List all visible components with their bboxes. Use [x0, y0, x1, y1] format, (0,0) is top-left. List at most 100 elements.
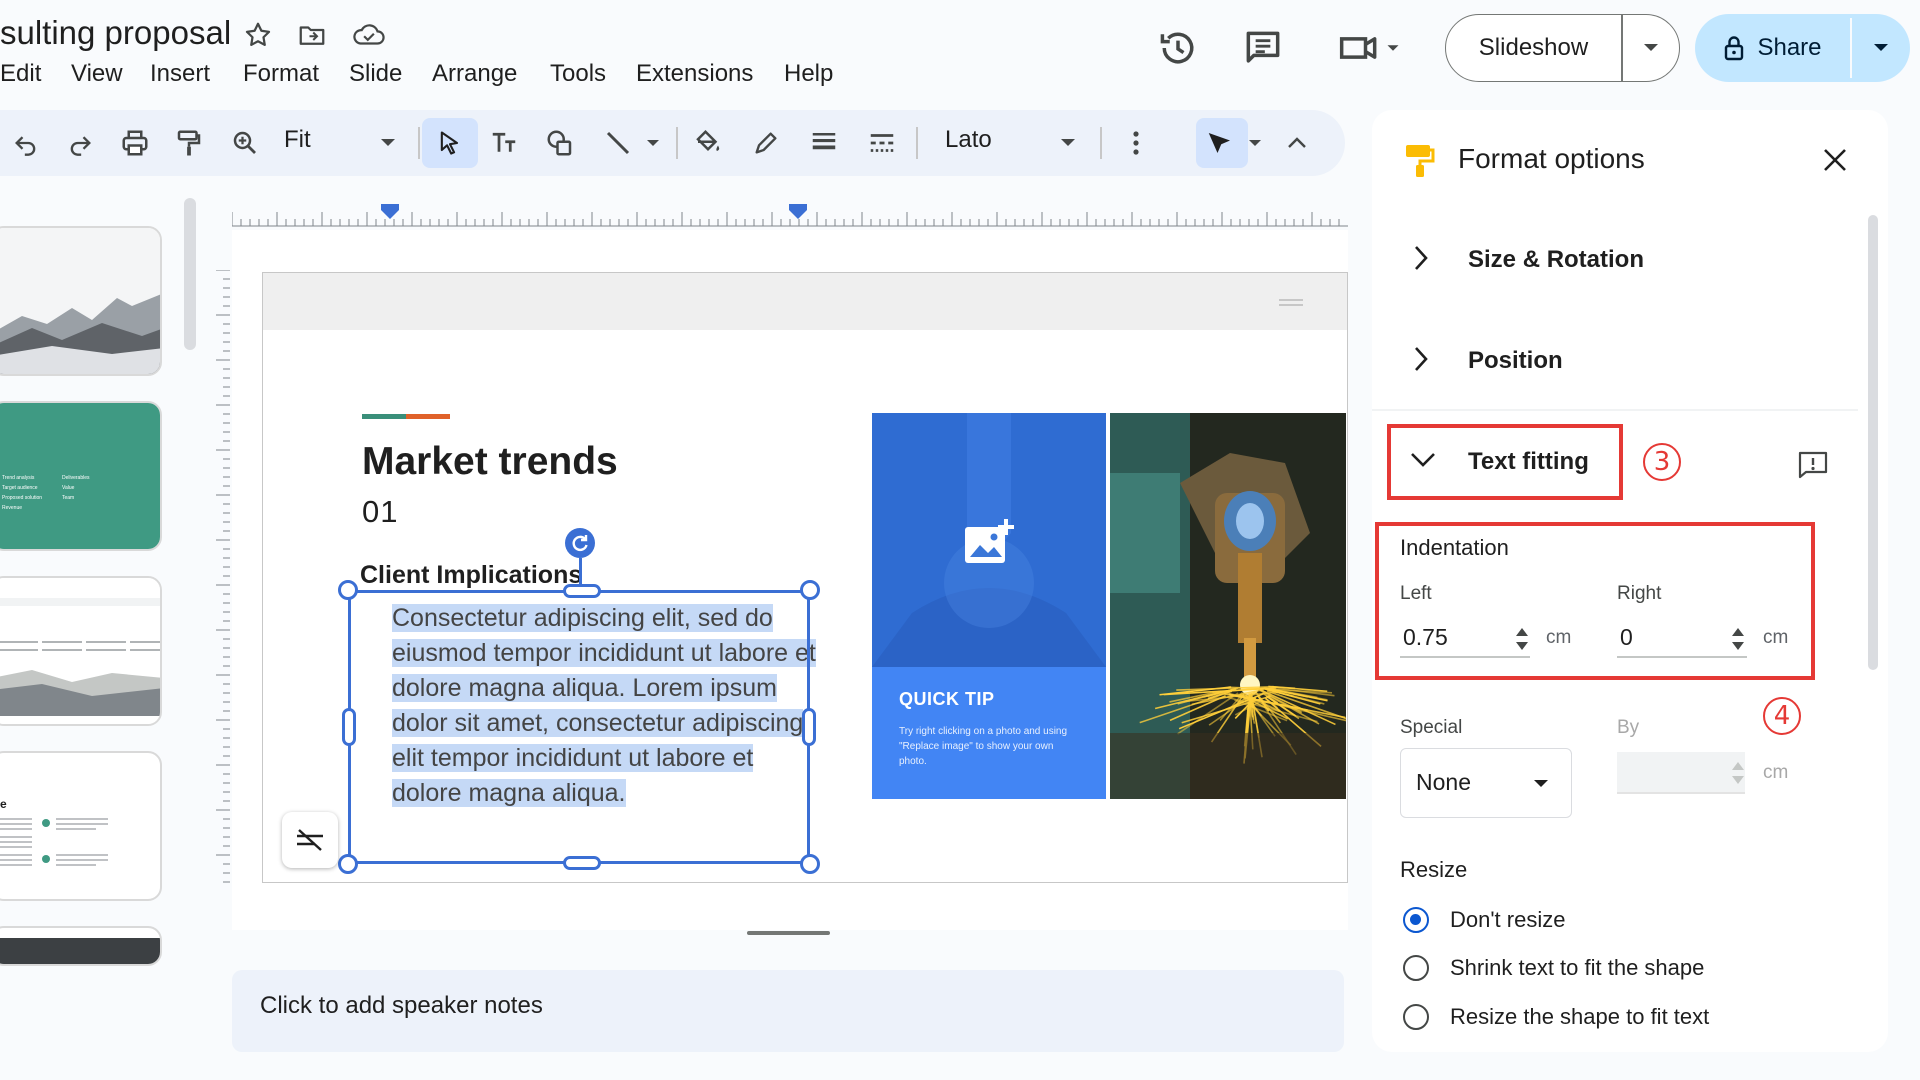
menu-arrange[interactable]: Arrange [432, 60, 517, 88]
accent-line-green [362, 414, 406, 419]
slide-thumbnail-2[interactable]: Trend analysis Target audience Proposed … [0, 401, 162, 551]
zoom-icon[interactable] [225, 123, 265, 163]
star-icon[interactable] [243, 20, 273, 50]
paint-format-icon[interactable] [169, 123, 209, 163]
slide-thumbnail-3[interactable] [0, 576, 162, 726]
move-folder-icon[interactable] [297, 20, 327, 50]
filmstrip-scrollbar[interactable] [184, 198, 196, 350]
section-position[interactable]: Position [1468, 347, 1563, 375]
indent-right-label: Right [1617, 583, 1662, 604]
slide-header-band [263, 273, 1347, 330]
rotate-handle[interactable] [565, 528, 595, 558]
text-box-selection[interactable] [338, 580, 820, 874]
slide-thumbnail-1[interactable]: ng [0, 226, 162, 376]
cloud-saved-icon[interactable] [352, 20, 386, 50]
input-tools-icon[interactable] [1200, 123, 1240, 163]
section-text-fitting[interactable]: Text fitting [1468, 448, 1589, 476]
redo-icon[interactable] [60, 123, 100, 163]
thumbnail-2-line: Value [62, 485, 75, 491]
line-icon[interactable] [598, 123, 638, 163]
fill-color-icon[interactable] [688, 123, 728, 163]
canvas-scroll-indicator[interactable] [747, 931, 830, 935]
menu-extensions[interactable]: Extensions [636, 60, 753, 88]
feedback-icon[interactable] [1797, 450, 1829, 480]
zoom-dropdown-chevron-icon[interactable] [368, 123, 408, 163]
radio-label-dont-resize[interactable]: Don't resize [1450, 907, 1565, 933]
section-size-rotation[interactable]: Size & Rotation [1468, 246, 1644, 274]
menu-insert[interactable]: Insert [150, 60, 210, 88]
menu-slide[interactable]: Slide [349, 60, 402, 88]
resize-handle-top[interactable] [563, 584, 601, 598]
horizontal-ruler[interactable] [232, 200, 1348, 228]
resize-handle-bottom-right[interactable] [800, 854, 820, 874]
welding-photo[interactable] [1110, 413, 1346, 799]
menu-tools[interactable]: Tools [550, 60, 606, 88]
panel-scrollbar[interactable] [1868, 215, 1878, 670]
slideshow-dropdown-chevron-icon[interactable] [1622, 15, 1680, 81]
resize-handle-bottom[interactable] [563, 856, 601, 870]
select-cursor-icon[interactable] [430, 123, 470, 163]
slideshow-button[interactable]: Slideshow [1445, 14, 1680, 82]
border-color-icon[interactable] [746, 123, 786, 163]
print-icon[interactable] [115, 123, 155, 163]
slide-title[interactable]: Market trends [362, 440, 618, 484]
radio-shrink-text[interactable] [1403, 955, 1429, 981]
border-weight-icon[interactable] [804, 123, 844, 163]
document-title[interactable]: sulting proposal [0, 14, 231, 52]
special-indent-select[interactable]: None [1400, 748, 1572, 818]
slide-thumbnail-5[interactable] [0, 926, 162, 966]
slideshow-label[interactable]: Slideshow [1446, 15, 1621, 81]
meet-icon[interactable] [1336, 26, 1406, 70]
indent-right-input[interactable]: 0 [1620, 624, 1633, 651]
text-box-icon[interactable] [484, 123, 524, 163]
size-rotation-chevron-right-icon[interactable] [1412, 243, 1430, 273]
radio-dont-resize[interactable] [1403, 907, 1429, 933]
indent-right-unit: cm [1763, 627, 1789, 648]
paint-format-brush-icon [1404, 143, 1436, 179]
indent-left-stepper-icon[interactable] [1515, 626, 1529, 652]
border-dash-icon[interactable] [862, 123, 902, 163]
resize-handle-top-left[interactable] [338, 580, 358, 600]
slide-section-number[interactable]: 01 [362, 494, 398, 530]
indent-right-stepper-icon[interactable] [1731, 626, 1745, 652]
menu-format[interactable]: Format [243, 60, 319, 88]
resize-handle-bottom-left[interactable] [338, 854, 358, 874]
accent-line-orange [406, 414, 450, 419]
indent-left-input[interactable]: 0.75 [1403, 624, 1448, 651]
menu-edit[interactable]: Edit [0, 60, 41, 88]
radio-label-resize-shape[interactable]: Resize the shape to fit text [1450, 1004, 1709, 1030]
comments-icon[interactable] [1241, 26, 1285, 70]
font-family-value[interactable]: Lato [945, 126, 992, 154]
line-dropdown-chevron-icon[interactable] [638, 123, 668, 163]
position-chevron-right-icon[interactable] [1412, 344, 1430, 374]
close-panel-icon[interactable] [1820, 145, 1850, 175]
text-fitting-chip[interactable] [282, 812, 338, 868]
speaker-notes-placeholder[interactable]: Click to add speaker notes [260, 992, 543, 1020]
resize-handle-right[interactable] [802, 708, 816, 746]
special-dropdown-chevron-icon [1533, 779, 1549, 789]
lock-icon [1723, 35, 1745, 61]
input-tools-dropdown-chevron-icon[interactable] [1240, 123, 1270, 163]
share-button[interactable]: Share [1695, 14, 1910, 82]
font-dropdown-chevron-icon[interactable] [1048, 123, 1088, 163]
share-dropdown-chevron-icon[interactable] [1852, 14, 1910, 82]
undo-icon[interactable] [6, 123, 46, 163]
resize-handle-left[interactable] [342, 708, 356, 746]
special-by-label: By [1617, 717, 1640, 738]
slide-subheading[interactable]: Client Implications [360, 561, 582, 590]
version-history-icon[interactable] [1156, 26, 1200, 70]
slide-thumbnail-4[interactable]: e [0, 751, 162, 901]
text-fitting-chevron-down-icon[interactable] [1408, 450, 1438, 470]
zoom-value[interactable]: Fit [284, 126, 311, 154]
vertical-ruler[interactable] [214, 270, 232, 890]
shape-icon[interactable] [540, 123, 580, 163]
collapse-toolbar-chevron-up-icon[interactable] [1277, 123, 1317, 163]
radio-label-shrink-text[interactable]: Shrink text to fit the shape [1450, 955, 1704, 981]
menu-view[interactable]: View [71, 60, 123, 88]
more-options-icon[interactable] [1116, 123, 1156, 163]
slide-header-mark [1279, 299, 1303, 301]
resize-handle-top-right[interactable] [800, 580, 820, 600]
radio-resize-shape[interactable] [1403, 1004, 1429, 1030]
add-image-icon[interactable] [962, 517, 1016, 567]
menu-help[interactable]: Help [784, 60, 833, 88]
